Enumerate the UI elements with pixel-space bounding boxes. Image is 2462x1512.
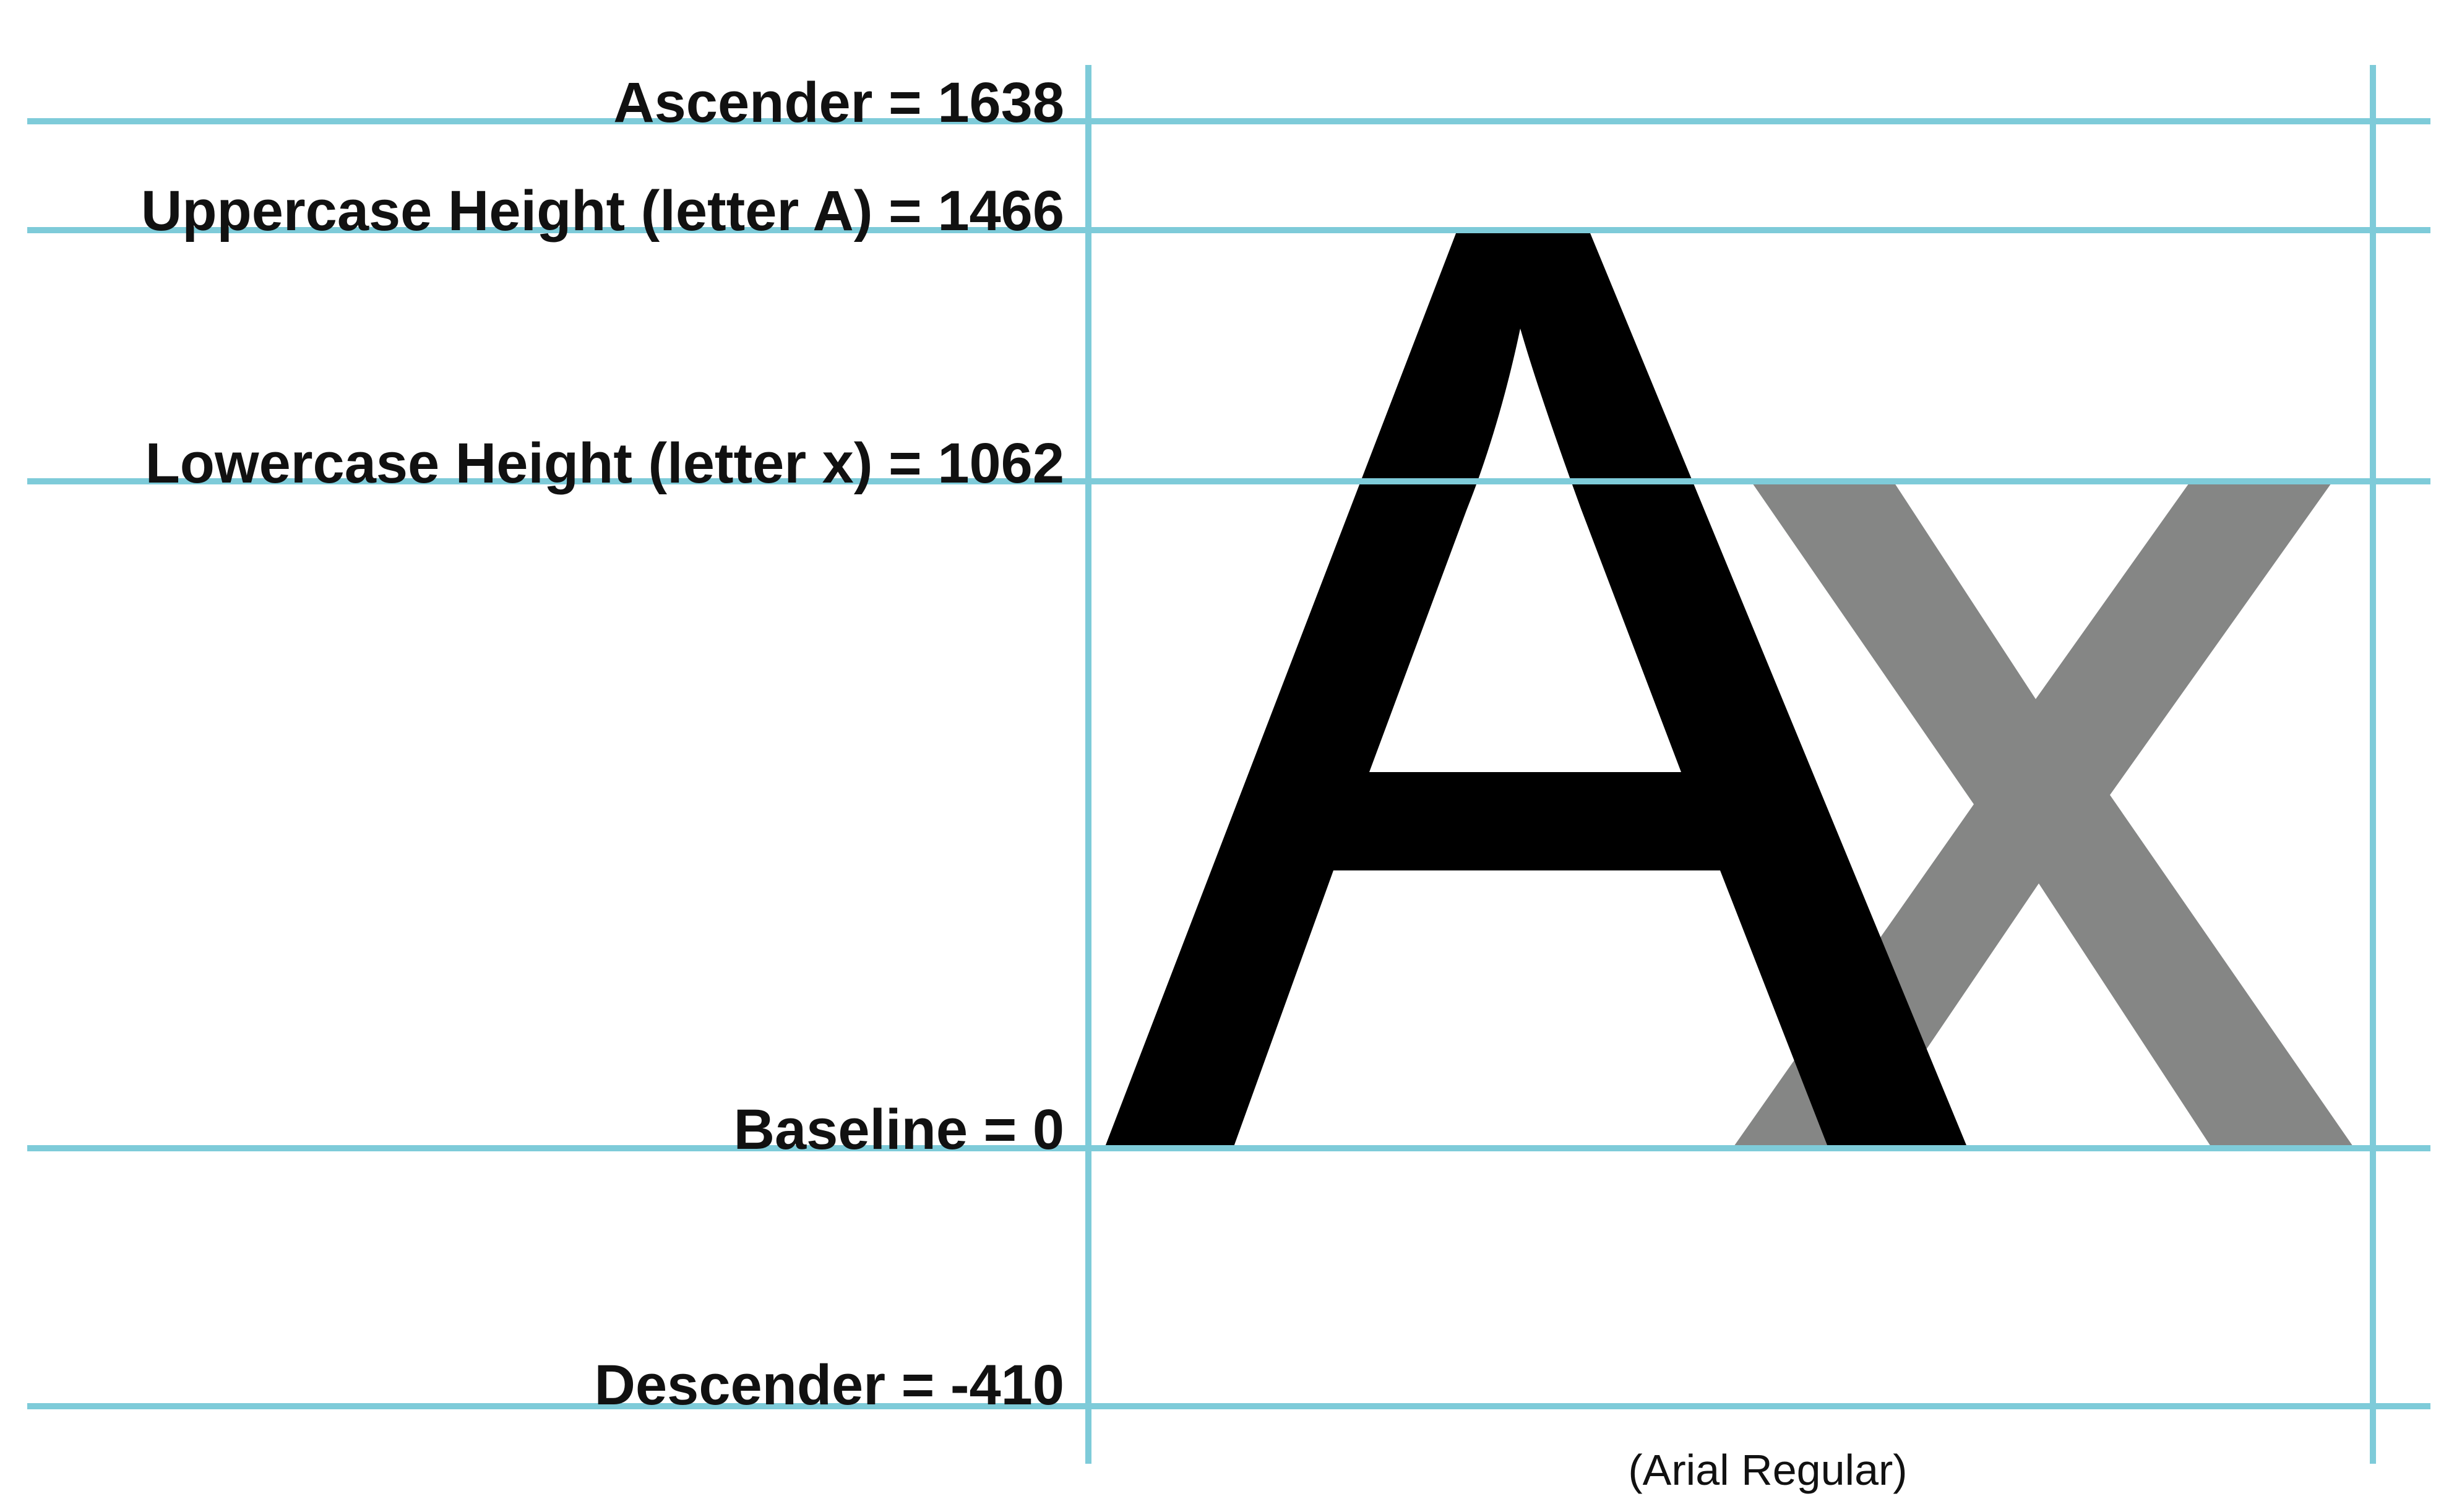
font-name-caption: (Arial Regular) <box>1628 1446 1907 1494</box>
glyph-uppercase-a <box>1104 230 1968 1148</box>
baseline-label: Baseline = 0 <box>734 1098 1064 1161</box>
ascender-label: Ascender = 1638 <box>613 71 1064 134</box>
lowercase-height-label: Lowercase Height (letter x) = 1062 <box>145 432 1064 495</box>
font-metrics-diagram: Ascender = 1638 Uppercase Height (letter… <box>27 65 2430 1494</box>
descender-label: Descender = -410 <box>595 1354 1064 1417</box>
uppercase-height-label: Uppercase Height (letter A) = 1466 <box>141 179 1064 243</box>
